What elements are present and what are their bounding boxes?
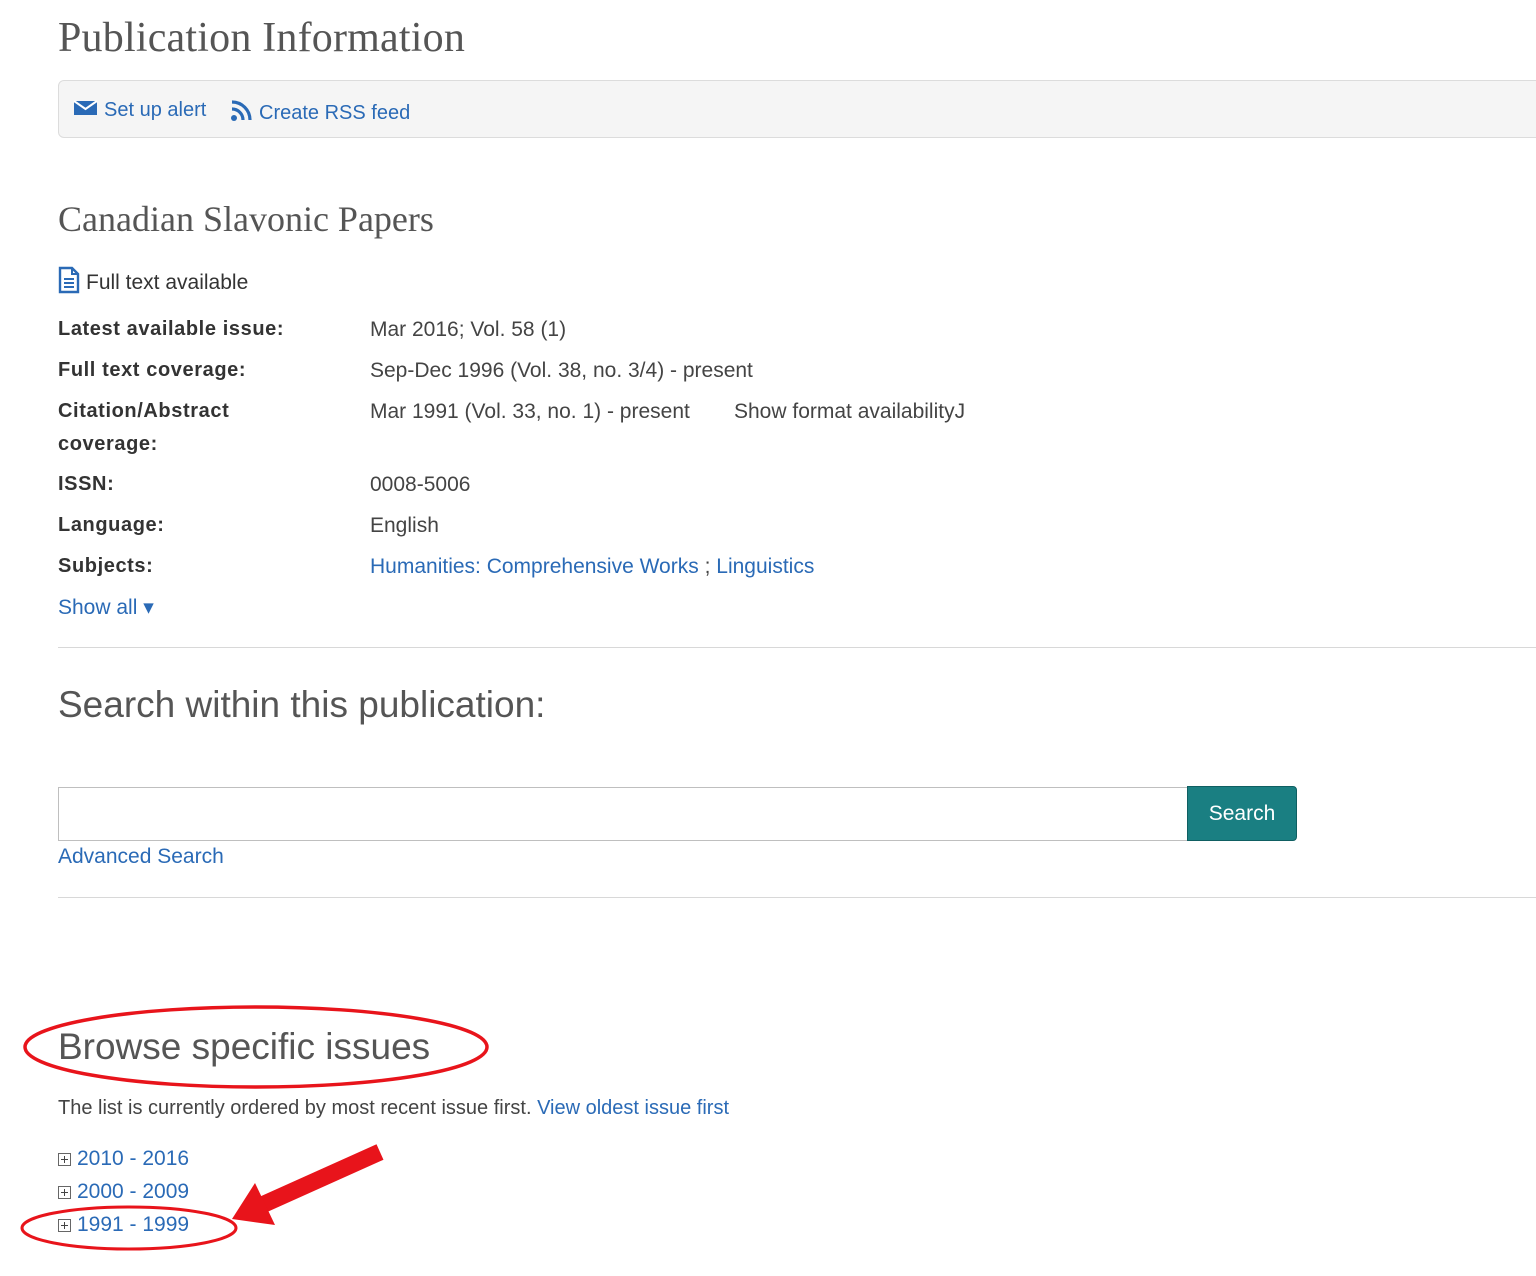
latest-issue-link[interactable]: Mar 2016; Vol. 58 (1) (370, 313, 566, 346)
subject-separator: ; (704, 555, 711, 578)
search-within-heading: Search within this publication: (58, 684, 546, 725)
full-text-coverage-value: Sep-Dec 1996 (Vol. 38, no. 3/4) - presen… (370, 359, 753, 382)
subjects-value: Humanities: Comprehensive Works ; Lingui… (370, 550, 814, 583)
issue-range-item[interactable]: 2010 - 2016 (58, 1147, 189, 1171)
issue-range-item[interactable]: 2000 - 2009 (58, 1180, 189, 1204)
set-up-alert-link[interactable]: Set up alert (73, 99, 206, 122)
create-rss-feed-label: Create RSS feed (259, 102, 411, 124)
divider (58, 897, 1536, 898)
citation-coverage-label-line2: coverage: (58, 433, 158, 455)
full-text-coverage-label: Full text coverage: (58, 359, 247, 381)
red-arrow-annotation (232, 1144, 384, 1225)
issue-range-link[interactable]: 1991 - 1999 (77, 1213, 189, 1237)
show-all-link[interactable]: Show all ▾ (58, 591, 154, 624)
show-format-availability-link[interactable]: Show format availabilityJ (734, 395, 965, 428)
expand-plus-icon[interactable] (58, 1218, 71, 1232)
document-icon (58, 266, 80, 300)
page-title: Publication Information (58, 15, 466, 61)
search-button[interactable]: Search (1187, 786, 1297, 841)
create-rss-feed-link[interactable]: Create RSS feed (230, 99, 410, 128)
full-text-available: Full text available (58, 266, 248, 300)
language-value: English (370, 514, 439, 537)
issn-value: 0008-5006 (370, 473, 471, 496)
action-toolbar: Set up alert Create RSS feed (58, 80, 1536, 138)
expand-plus-icon[interactable] (58, 1185, 71, 1199)
order-text: The list is currently ordered by most re… (58, 1097, 532, 1119)
set-up-alert-label: Set up alert (104, 99, 207, 121)
annotation-overlay (20, 1005, 489, 1251)
issue-range-link[interactable]: 2000 - 2009 (77, 1180, 189, 1204)
subjects-label: Subjects: (58, 555, 154, 577)
order-description: The list is currently ordered by most re… (58, 1097, 729, 1120)
latest-issue-label: Latest available issue: (58, 318, 285, 340)
language-label: Language: (58, 514, 165, 536)
issn-label: ISSN: (58, 473, 115, 495)
expand-plus-icon[interactable] (58, 1152, 71, 1166)
search-input[interactable] (58, 787, 1188, 841)
subject-linguistics-link[interactable]: Linguistics (716, 555, 814, 578)
publication-title: Canadian Slavonic Papers (58, 199, 434, 239)
citation-coverage-value: Mar 1991 (Vol. 33, no. 1) - present (370, 400, 690, 423)
full-text-available-label: Full text available (86, 271, 249, 294)
divider (58, 647, 1536, 648)
view-oldest-first-link[interactable]: View oldest issue first (537, 1097, 729, 1119)
advanced-search-link[interactable]: Advanced Search (58, 845, 224, 869)
browse-specific-issues-heading: Browse specific issues (58, 1026, 431, 1067)
envelope-icon (73, 99, 98, 122)
subject-humanities-link[interactable]: Humanities: Comprehensive Works (370, 555, 699, 578)
issue-range-link[interactable]: 2010 - 2016 (77, 1147, 189, 1171)
citation-coverage-label-line1: Citation/Abstract (58, 400, 230, 422)
issue-range-item[interactable]: 1991 - 1999 (58, 1213, 189, 1237)
rss-icon (230, 99, 253, 128)
